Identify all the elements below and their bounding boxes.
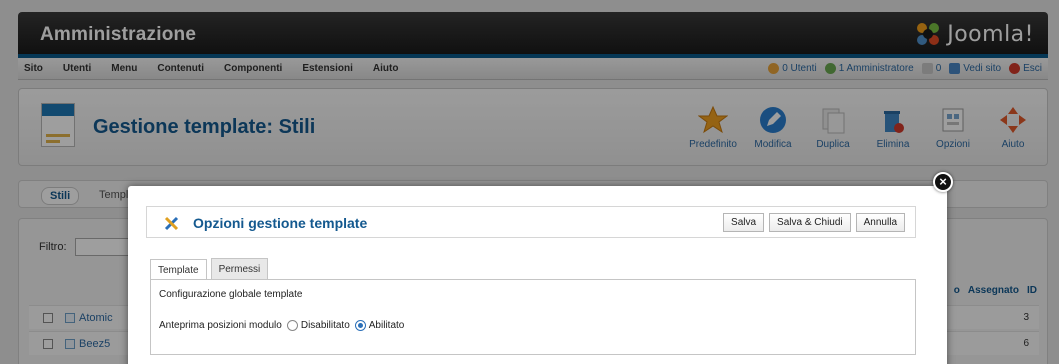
radio-disabled-label[interactable]: Disabilitato [301,320,350,331]
tools-icon [163,214,181,235]
options-modal: Opzioni gestione template Salva Salva & … [128,186,947,364]
tab-permissions[interactable]: Permessi [210,258,269,280]
cancel-button[interactable]: Annulla [855,213,905,232]
radio-disabled[interactable] [286,320,298,331]
modal-header: Opzioni gestione template Salva Salva & … [146,206,916,238]
modal-actions: Salva Salva & Chiudi Annulla [723,213,905,232]
save-button[interactable]: Salva [723,213,765,232]
modal-tabs: Template Permessi [150,258,269,281]
radio-enabled[interactable] [354,320,366,331]
template-options-panel: Configurazione globale template Anteprim… [150,279,916,355]
modal-close-button[interactable]: × [933,172,953,192]
option-label: Anteprima posizioni modulo [159,320,282,331]
radio-enabled-label[interactable]: Abilitato [369,320,405,331]
panel-heading: Configurazione globale template [159,289,303,300]
tab-template[interactable]: Template [150,259,207,281]
admin-page: Amministrazione Joomla! Sito Utenti Menu… [0,0,1059,364]
module-positions-preview-option: Anteprima posizioni modulo Disabilitato … [159,320,404,331]
save-close-button[interactable]: Salva & Chiudi [769,213,851,232]
modal-title: Opzioni gestione template [193,215,368,231]
